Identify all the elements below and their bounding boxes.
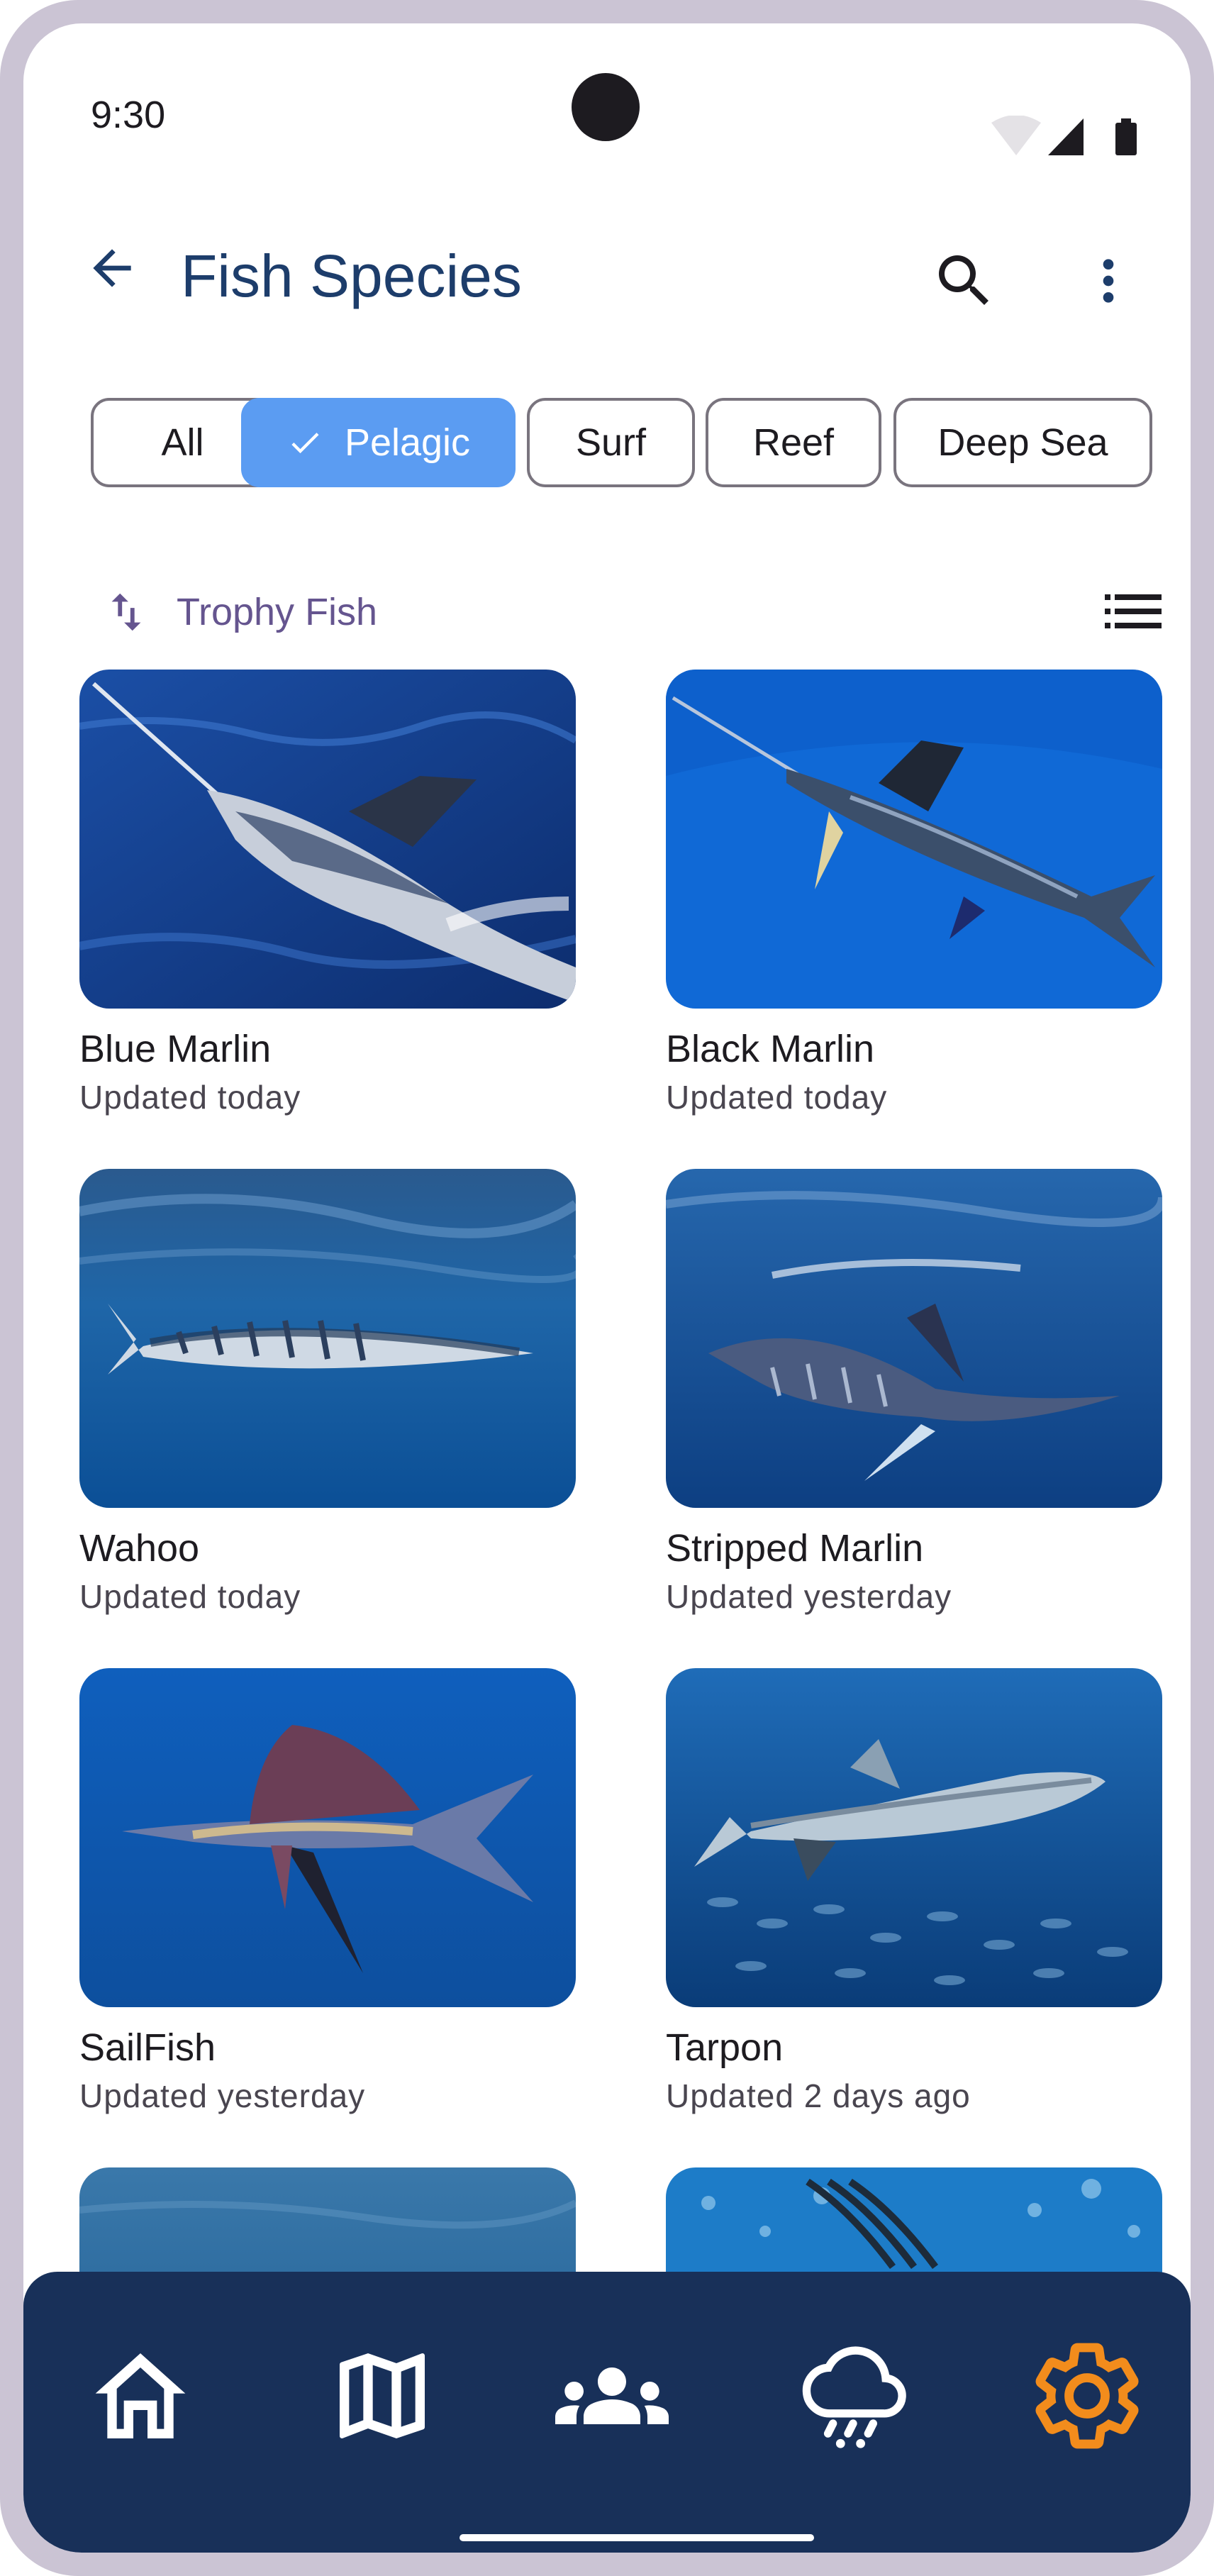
nav-weather[interactable] [789,2336,917,2456]
updated-label: Updated yesterday [666,1578,952,1615]
chip-label: Reef [752,421,835,464]
search-icon [939,255,989,305]
more-vert-icon [1103,259,1114,303]
nav-home[interactable] [77,2336,204,2456]
more-options-button[interactable] [1073,242,1144,320]
nav-settings[interactable] [1023,2336,1151,2456]
arrow-back-icon [93,249,131,287]
chip-deep-sea[interactable]: Deep Sea [893,398,1152,487]
species-name: Tarpon [666,2026,784,2069]
back-button[interactable] [73,229,151,307]
species-name: Wahoo [79,1527,200,1570]
updated-label: Updated today [79,1578,301,1615]
device-frame: 9:30 Fish Species All Pelagic Surf Reef … [0,0,1214,2576]
fish-photo [79,1169,576,1508]
species-card-tarpon[interactable]: Tarpon Updated 2 days ago [666,1668,1162,2114]
search-button[interactable] [925,242,1003,320]
species-card-stripped-marlin[interactable]: Stripped Marlin Updated yesterday [666,1169,1162,1615]
fish-photo [666,1668,1162,2007]
chip-surf[interactable]: Surf [527,398,695,487]
chip-reef[interactable]: Reef [706,398,881,487]
camera-cutout [572,73,640,141]
gesture-bar[interactable] [460,2534,814,2541]
weather-icon [802,2346,906,2448]
list-view-icon [1105,594,1162,628]
sort-button[interactable]: Trophy Fish [101,577,377,648]
swap-vert-icon [111,593,141,631]
species-card-blue-marlin[interactable]: Blue Marlin Updated today [79,670,576,1116]
view-toggle-button[interactable] [1101,584,1165,640]
chip-label: All [161,421,204,464]
fish-photo [666,1169,1162,1508]
species-name: Black Marlin [666,1028,875,1070]
status-icons [991,115,1162,162]
battery-icon [1115,118,1137,155]
chip-label: Deep Sea [937,421,1108,464]
check-icon [286,424,323,461]
screen: 9:30 Fish Species All Pelagic Surf Reef … [23,23,1191,2553]
updated-label: Updated 2 days ago [666,2077,971,2114]
map-icon [340,2353,425,2438]
sort-label: Trophy Fish [177,591,378,633]
fish-photo [79,670,576,1009]
updated-label: Updated yesterday [79,2077,366,2114]
wifi-icon [991,115,1041,155]
page-title: Fish Species [181,243,522,309]
chip-pelagic[interactable]: Pelagic [241,398,516,487]
species-name: Stripped Marlin [666,1527,924,1570]
fish-photo [666,670,1162,1009]
signal-icon [1048,118,1084,155]
home-icon [95,2353,186,2438]
species-card-sailfish[interactable]: SailFish Updated yesterday [79,1668,576,2114]
species-card-wahoo[interactable]: Wahoo Updated today [79,1169,576,1615]
fish-photo [79,1668,576,2007]
updated-label: Updated today [79,1079,301,1116]
bottom-navigation [23,2272,1191,2553]
community-icon [555,2367,669,2424]
species-card-black-marlin[interactable]: Black Marlin Updated today [666,670,1162,1116]
nav-map[interactable] [318,2336,446,2456]
chip-label: Surf [575,421,647,464]
status-time: 9:30 [91,94,166,136]
nav-community[interactable] [548,2336,676,2456]
chip-label: Pelagic [344,421,471,464]
updated-label: Updated today [666,1079,888,1116]
species-name: Blue Marlin [79,1028,272,1070]
settings-icon [1035,2343,1139,2449]
species-name: SailFish [79,2026,216,2069]
